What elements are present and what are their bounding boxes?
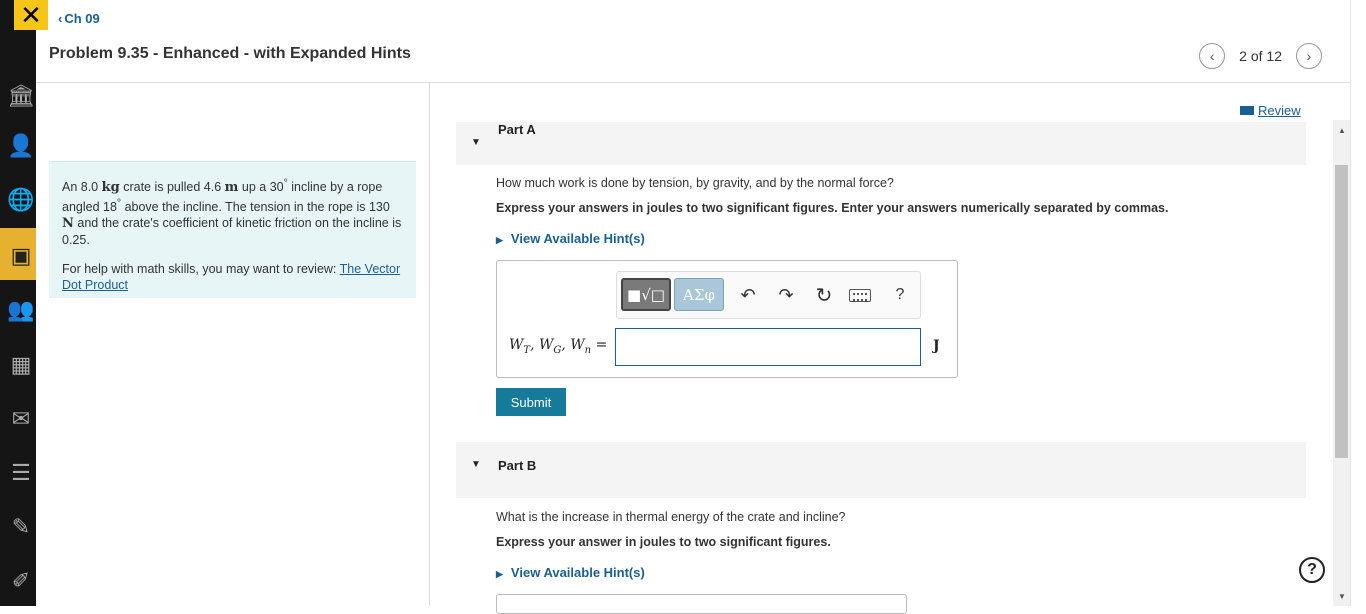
calendar-icon[interactable]: ▦ <box>8 352 34 378</box>
part-b-answer-box <box>496 594 907 614</box>
templates-button[interactable]: ■√□ <box>621 278 671 311</box>
submit-button[interactable]: Submit <box>496 388 566 416</box>
mail-icon[interactable]: ✉ <box>8 406 34 432</box>
part-a-instruction: Express your answers in joules to two si… <box>496 201 1169 215</box>
chevron-left-icon: ‹ <box>1209 48 1215 64</box>
problem-text: An 8.0 kg crate is pulled 4.6 m up a 30°… <box>62 178 402 248</box>
problem-statement: An 8.0 kg crate is pulled 4.6 m up a 30°… <box>49 161 416 298</box>
pagination: ‹ 2 of 12 › <box>1199 43 1322 69</box>
scroll-down-icon[interactable]: ▼ <box>1338 592 1346 601</box>
page-title: Problem 9.35 - Enhanced - with Expanded … <box>49 45 411 62</box>
caret-right-icon: ▶ <box>496 235 503 245</box>
help-button[interactable]: ? <box>889 284 911 306</box>
part-a-label: Part A <box>498 122 536 137</box>
answer-math-label: WT, WG, Wn = <box>509 337 608 356</box>
pagination-count: 2 of 12 <box>1239 48 1282 64</box>
help-icon[interactable]: ? <box>1299 557 1325 583</box>
globe-icon[interactable]: 🌐 <box>7 187 34 213</box>
part-a-hint-toggle[interactable]: ▶ View Available Hint(s) <box>496 231 645 246</box>
part-b-header[interactable]: ▼ Part B <box>456 442 1306 498</box>
answer-unit: J <box>933 338 940 354</box>
greek-symbols-button[interactable]: ΑΣφ <box>674 278 724 311</box>
previous-button[interactable]: ‹ <box>1199 43 1226 69</box>
institution-icon[interactable]: 🏛 <box>7 83 35 109</box>
caret-down-icon: ▼ <box>471 459 481 470</box>
keyboard-icon[interactable] <box>849 289 871 302</box>
part-b-question: What is the increase in thermal energy o… <box>496 510 846 524</box>
part-a-answer-box: ■√□ ΑΣφ ↶ ↷ ↻ ? WT, WG, Wn = J <box>496 260 958 378</box>
redo-icon[interactable]: ↷ <box>775 284 797 306</box>
caret-right-icon: ▶ <box>496 569 503 579</box>
user-icon[interactable]: 👤 <box>7 133 34 159</box>
left-rail: 🏛 👤 🌐 ▣ 👥 ▦ ✉ ☰ ✎ ✐ <box>0 0 36 606</box>
part-a-question: How much work is done by tension, by gra… <box>496 176 894 190</box>
help-text: For help with math skills, you may want … <box>62 262 401 293</box>
people-icon[interactable]: 👥 <box>7 297 34 323</box>
reset-icon[interactable]: ↻ <box>813 284 835 307</box>
window-edge <box>1350 0 1366 606</box>
part-b-instruction: Express your answer in joules to two sig… <box>496 535 831 549</box>
chevron-right-icon: › <box>1306 48 1312 64</box>
undo-icon[interactable]: ↶ <box>737 284 759 306</box>
part-b-hint-toggle[interactable]: ▶ View Available Hint(s) <box>496 565 645 580</box>
scroll-thumb[interactable] <box>1335 165 1348 458</box>
review-link[interactable]: Review <box>1240 103 1301 118</box>
part-b-label: Part B <box>498 458 537 473</box>
assignment-icon[interactable]: ▣ <box>8 243 34 269</box>
answer-input[interactable] <box>615 328 921 366</box>
pane-divider <box>429 83 430 606</box>
breadcrumb[interactable]: ‹ Ch 09 <box>58 11 100 26</box>
header: ‹ Ch 09 Problem 9.35 - Enhanced - with Ex… <box>36 0 1350 83</box>
math-toolbar: ■√□ ΑΣφ ↶ ↷ ↻ ? <box>616 271 921 319</box>
chevron-left-icon: ‹ <box>58 11 63 26</box>
gradebook-icon[interactable]: ☰ <box>8 460 34 486</box>
breadcrumb-label: Ch 09 <box>64 11 100 26</box>
tools-icon[interactable]: ✎ <box>8 514 34 540</box>
scrollbar[interactable]: ▲ ▼ <box>1333 120 1350 606</box>
caret-down-icon: ▼ <box>471 137 481 148</box>
edit-icon[interactable]: ✐ <box>8 568 34 594</box>
scroll-up-icon[interactable]: ▲ <box>1338 126 1346 135</box>
book-icon <box>1240 106 1254 115</box>
part-a-header[interactable]: ▼ Part A <box>456 122 1306 165</box>
next-button[interactable]: › <box>1296 43 1322 69</box>
